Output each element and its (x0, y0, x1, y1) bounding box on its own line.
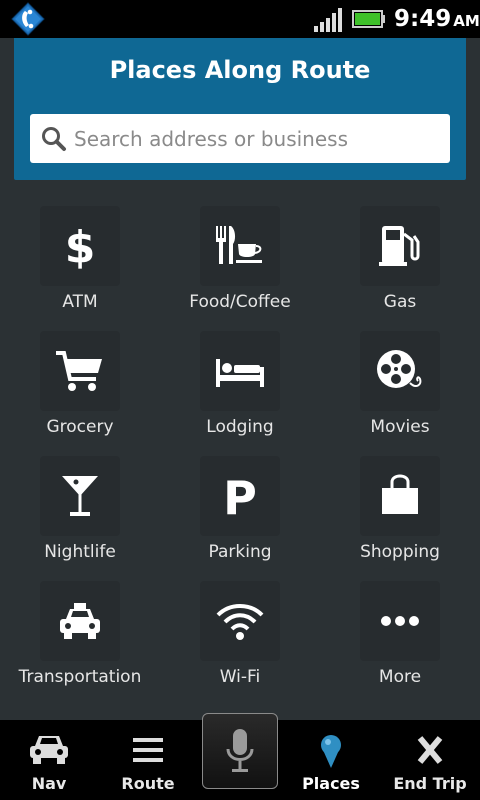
close-icon (417, 736, 443, 764)
category-label: Parking (208, 542, 272, 562)
more-dots-icon (381, 616, 419, 626)
nav-label: Nav (31, 774, 67, 793)
category-shopping[interactable]: Shopping (320, 448, 480, 573)
category-parking[interactable]: P Parking (160, 448, 320, 573)
nav-tab-end-trip[interactable]: End Trip (382, 720, 478, 800)
wifi-icon (216, 604, 264, 640)
category-label: Transportation (18, 667, 142, 687)
gas-pump-icon (379, 226, 420, 266)
category-tile (200, 331, 280, 411)
page-title: Places Along Route (109, 56, 371, 84)
category-lodging[interactable]: Lodging (160, 323, 320, 448)
status-clock: 9:49 AM (394, 6, 480, 32)
places-header: Places Along Route (14, 38, 466, 180)
category-label: Gas (383, 292, 417, 312)
category-tile (360, 331, 440, 411)
category-label: ATM (62, 292, 98, 312)
taxi-icon (60, 603, 100, 639)
category-label: More (378, 667, 422, 687)
category-label: Food/Coffee (189, 292, 291, 312)
fork-knife-cup-icon (216, 226, 262, 264)
status-bar: 9:49 AM (0, 0, 480, 38)
nav-tab-route[interactable]: Route (100, 720, 196, 800)
voice-search-button[interactable] (202, 713, 278, 789)
category-movies[interactable]: Movies (320, 323, 480, 448)
svg-text:P: P (223, 471, 257, 522)
bed-icon (216, 359, 264, 387)
category-tile: P (200, 456, 280, 536)
category-tile (360, 581, 440, 661)
map-pin-icon (321, 735, 341, 768)
nav-tab-places[interactable]: Places (283, 720, 379, 800)
category-atm[interactable]: $ ATM (0, 198, 160, 323)
nav-label: Places (302, 774, 360, 793)
microphone-icon (226, 729, 254, 772)
category-transportation[interactable]: Transportation (0, 573, 160, 698)
svg-text:$: $ (65, 222, 96, 272)
nav-tab-nav[interactable]: Nav (1, 720, 97, 800)
shopping-cart-icon (56, 351, 102, 391)
category-tile (360, 206, 440, 286)
app-logo-icon (11, 2, 45, 36)
dollar-icon: $ (65, 222, 96, 272)
signal-strength-icon (314, 8, 342, 32)
martini-glass-icon (62, 476, 98, 516)
category-more[interactable]: More (320, 573, 480, 698)
category-tile (200, 581, 280, 661)
car-icon (30, 736, 68, 764)
category-nightlife[interactable]: Nightlife (0, 448, 160, 573)
search-box[interactable] (30, 114, 450, 163)
shopping-bag-icon (382, 474, 418, 514)
category-food-coffee[interactable]: Food/Coffee (160, 198, 320, 323)
film-reel-icon (377, 350, 422, 388)
search-input[interactable] (74, 118, 434, 159)
category-label: Wi-Fi (219, 667, 261, 687)
category-tile (200, 206, 280, 286)
list-icon (133, 738, 163, 762)
category-grocery[interactable]: Grocery (0, 323, 160, 448)
category-label: Movies (370, 417, 430, 437)
search-icon (42, 126, 66, 151)
category-tile (40, 581, 120, 661)
category-wifi[interactable]: Wi-Fi (160, 573, 320, 698)
category-label: Shopping (360, 542, 440, 562)
category-tile (360, 456, 440, 536)
category-label: Nightlife (44, 542, 116, 562)
battery-icon (352, 10, 385, 28)
nav-label: End Trip (393, 774, 467, 793)
category-label: Grocery (46, 417, 114, 437)
nav-label: Route (121, 774, 175, 793)
category-tile (40, 331, 120, 411)
category-tile: $ (40, 206, 120, 286)
parking-icon: P (223, 471, 257, 522)
category-tile (40, 456, 120, 536)
category-gas[interactable]: Gas (320, 198, 480, 323)
category-label: Lodging (206, 417, 274, 437)
